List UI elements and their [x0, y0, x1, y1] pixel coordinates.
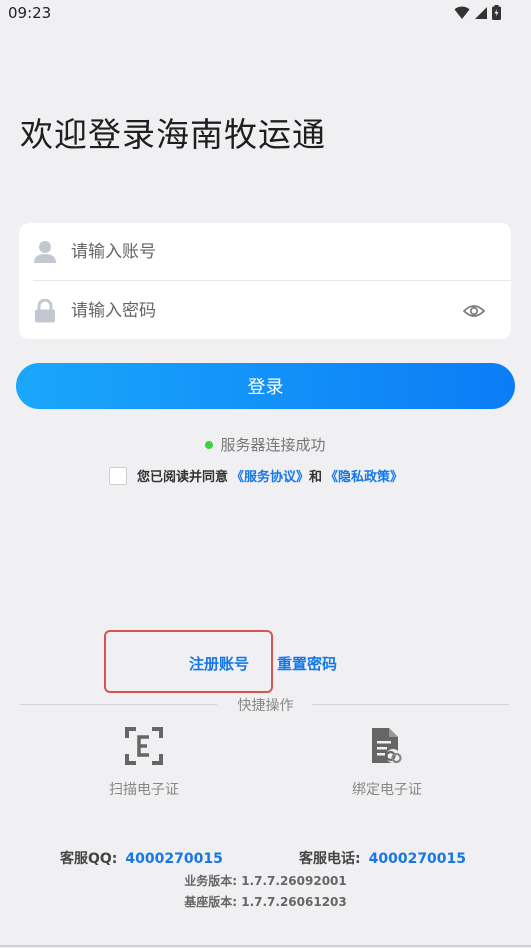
privacy-policy-link[interactable]: 《隐私政策》: [325, 466, 403, 485]
status-icons: [454, 5, 501, 20]
wifi-icon: [454, 6, 470, 19]
server-status-text: 服务器连接成功: [220, 436, 326, 454]
agreement: 您已阅读并同意 《服务协议》 和 《隐私政策》: [109, 466, 403, 485]
base-version: 基座版本: 1.7.7.26061203: [184, 895, 347, 909]
user-icon: [34, 240, 56, 263]
business-version: 业务版本: 1.7.7.26092001: [184, 874, 347, 888]
bind-certificate-shortcut[interactable]: 绑定电子证: [327, 726, 447, 799]
signal-icon: [475, 6, 487, 19]
login-card: [19, 223, 511, 339]
bind-certificate-icon: [372, 728, 402, 764]
contact-phone: 客服电话: 4000270015: [299, 848, 466, 868]
agreement-checkbox[interactable]: [109, 466, 127, 485]
reset-password-link[interactable]: 重置密码: [277, 653, 337, 674]
login-button[interactable]: 登录: [16, 363, 515, 409]
field-divider: [33, 280, 511, 281]
account-input[interactable]: [71, 236, 451, 267]
qq-value[interactable]: 4000270015: [125, 851, 222, 867]
server-status: 服务器连接成功: [0, 434, 531, 455]
scan-certificate-shortcut[interactable]: 扫描电子证: [84, 726, 204, 799]
battery-icon: [492, 5, 501, 20]
status-time: 09:23: [8, 4, 52, 22]
account-field-row: [19, 223, 511, 280]
welcome-title: 欢迎登录海南牧运通: [20, 115, 326, 154]
register-account-link[interactable]: 注册账号: [189, 653, 249, 674]
phone-value[interactable]: 4000270015: [369, 851, 466, 867]
agreement-prefix: 您已阅读并同意: [137, 470, 229, 485]
scan-certificate-label: 扫描电子证: [109, 782, 179, 798]
login-screen: 09:23 欢迎登录海南牧运通 请输入账号 登录 服务器连接成功 您已阅读并同意…: [0, 0, 531, 948]
contact-qq: 客服QQ: 4000270015: [60, 848, 223, 868]
status-dot: [205, 440, 214, 449]
shortcut-divider-right: [312, 704, 509, 705]
service-agreement-link[interactable]: 《服务协议》: [231, 466, 309, 485]
agreement-conjunction: 和: [309, 470, 323, 485]
lock-icon: [35, 298, 55, 322]
qq-label: 客服QQ:: [60, 851, 118, 867]
phone-label: 客服电话:: [299, 851, 361, 867]
shortcut-title: 快捷操作: [237, 698, 294, 714]
status-bar: 09:23: [0, 0, 531, 28]
bind-certificate-label: 绑定电子证: [352, 782, 422, 798]
scan-certificate-icon: [125, 727, 163, 765]
password-input[interactable]: [71, 295, 451, 326]
password-field-row: [19, 282, 511, 339]
eye-icon[interactable]: [463, 303, 485, 319]
bottom-divider: [0, 945, 531, 947]
